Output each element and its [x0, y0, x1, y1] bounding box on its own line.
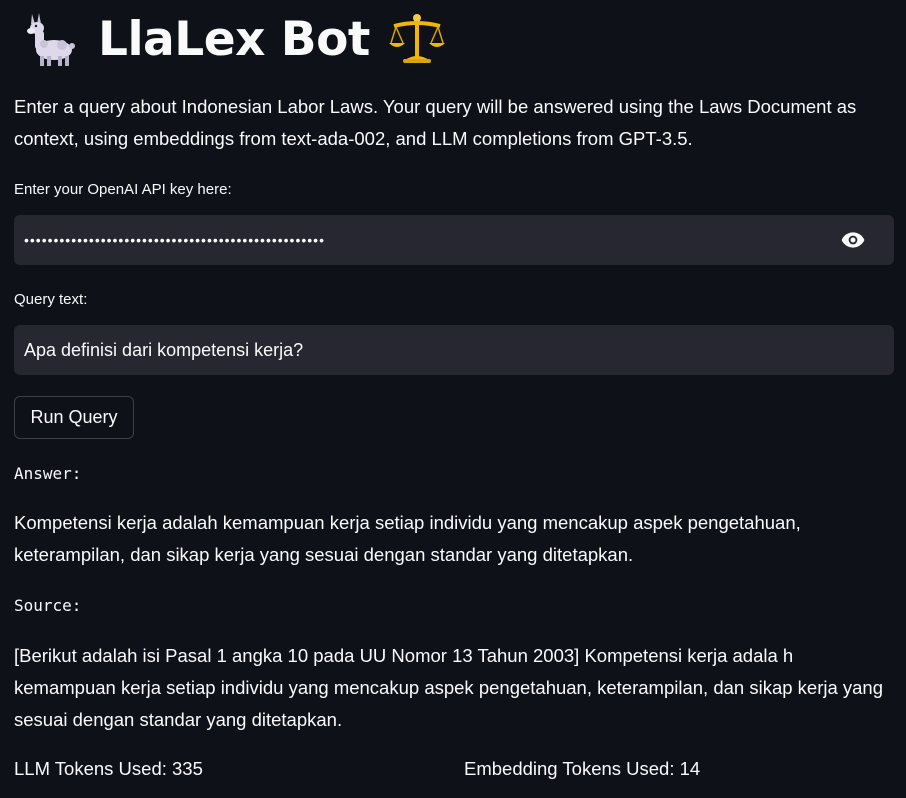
- query-field-container: [14, 325, 894, 375]
- app-page: LlaLex Bot Enter a query about Indonesia…: [0, 0, 906, 798]
- query-input[interactable]: [14, 325, 894, 375]
- llm-tokens-stat: LLM Tokens Used: 335: [14, 758, 203, 779]
- eye-icon[interactable]: [840, 227, 866, 253]
- page-title: LlaLex Bot: [98, 11, 370, 67]
- api-key-input[interactable]: [14, 215, 840, 265]
- embedding-tokens-stat: Embedding Tokens Used: 14: [464, 758, 701, 779]
- page-header: LlaLex Bot: [22, 6, 446, 72]
- intro-text: Enter a query about Indonesian Labor Law…: [14, 96, 857, 149]
- answer-text: Kompetensi kerja adalah kemampuan kerja …: [14, 512, 801, 565]
- query-label: Query text:: [14, 291, 88, 308]
- api-key-label: Enter your OpenAI API key here:: [14, 181, 232, 198]
- llama-icon: [22, 10, 80, 68]
- run-query-button[interactable]: Run Query: [14, 396, 134, 439]
- balance-scale-icon: [388, 10, 446, 68]
- source-label: Source:: [14, 596, 82, 615]
- answer-label: Answer:: [14, 464, 82, 483]
- api-key-field-container: [14, 215, 894, 265]
- source-text: [Berikut adalah isi Pasal 1 angka 10 pad…: [14, 645, 884, 730]
